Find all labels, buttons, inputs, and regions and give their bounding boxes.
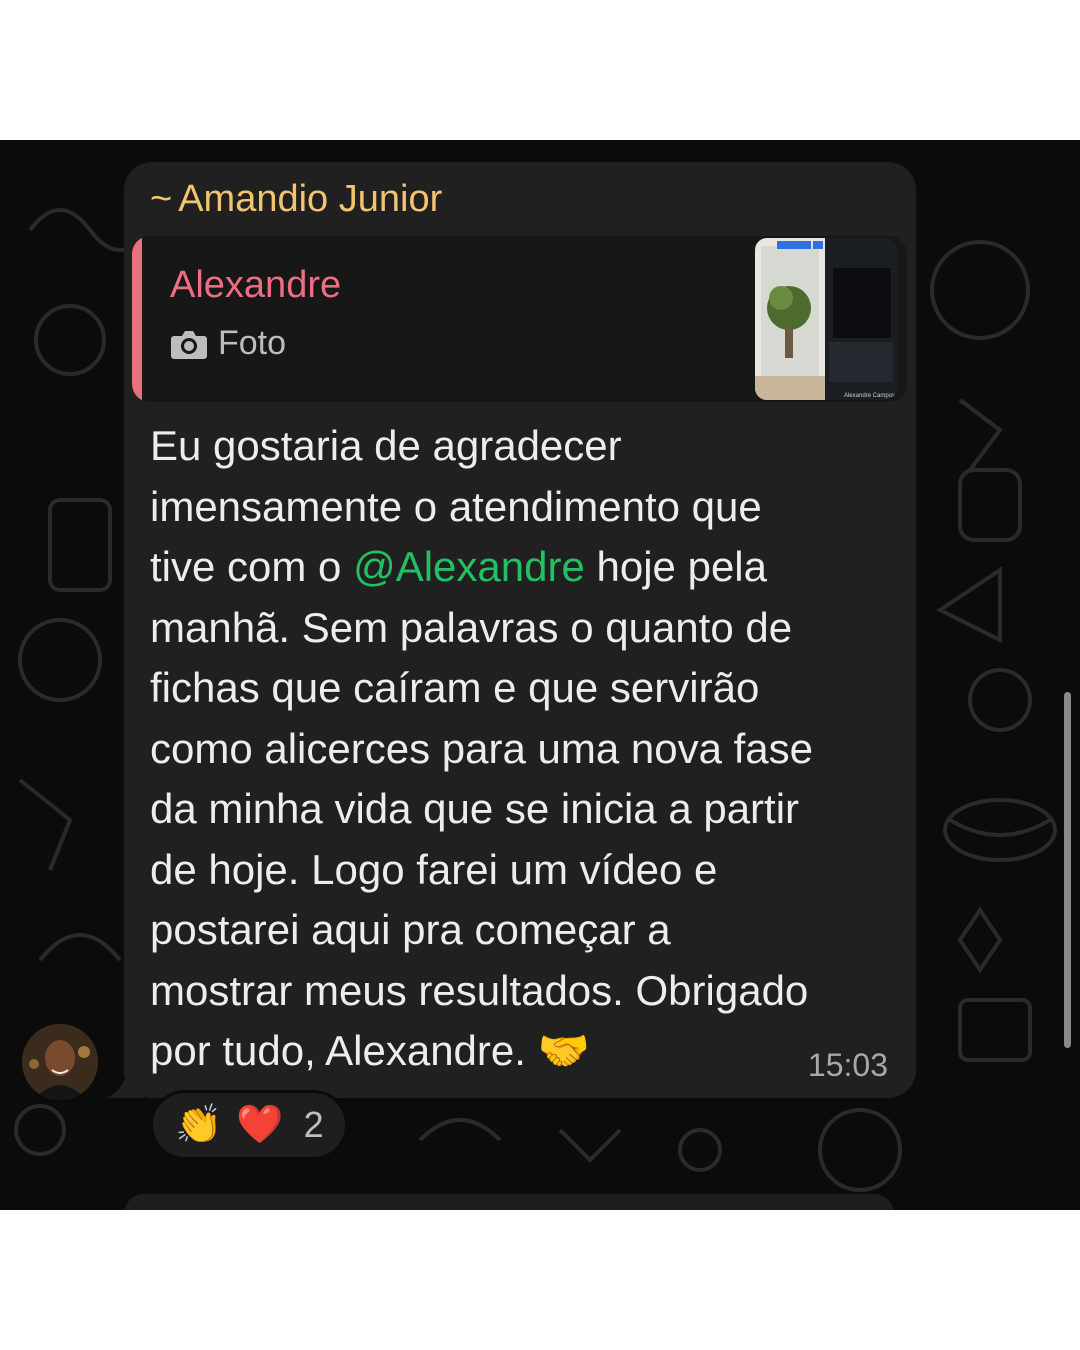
- message-text: Eu gostaria de agradecer imensamente o a…: [150, 416, 910, 1082]
- message-bubble[interactable]: ~ Amandio Junior Alexandre Foto Alexandr…: [124, 162, 916, 1098]
- avatar[interactable]: [22, 1024, 98, 1100]
- clapping-hands-emoji: 👏: [175, 1104, 223, 1146]
- mention-link[interactable]: @Alexandre: [353, 543, 585, 590]
- sender-name[interactable]: ~ Amandio Junior: [150, 178, 442, 221]
- quote-media-label: Foto: [218, 324, 287, 362]
- handshake-emoji: 🤝: [537, 1027, 590, 1074]
- scrollbar[interactable]: [1064, 692, 1071, 1048]
- next-message-bubble[interactable]: [124, 1194, 894, 1210]
- quote-media-type: Foto: [170, 324, 286, 363]
- avatar-image: [22, 1024, 98, 1100]
- red-heart-emoji: ❤️: [236, 1104, 284, 1146]
- quote-accent-bar: [132, 236, 142, 402]
- sender-label: Amandio Junior: [178, 178, 443, 220]
- message-text-after: hoje pela manhã. Sem palavras o quanto d…: [150, 543, 813, 1074]
- reactions-pill[interactable]: 👏 ❤️ 2: [150, 1090, 348, 1160]
- message-timestamp: 15:03: [807, 1047, 888, 1083]
- camera-icon: [171, 330, 207, 359]
- sender-prefix: ~: [150, 178, 173, 220]
- thumbnail-caption: Alexandre Campos: [844, 393, 895, 399]
- thumbnail-image: Alexandre Campos: [755, 238, 897, 400]
- quoted-message[interactable]: Alexandre Foto Alexandre Campos: [132, 236, 907, 402]
- quote-author: Alexandre: [170, 264, 342, 306]
- chat-area: ~ Amandio Junior Alexandre Foto Alexandr…: [0, 140, 1080, 1210]
- reaction-count: 2: [303, 1104, 324, 1145]
- photo-thumbnail[interactable]: Alexandre Campos: [755, 238, 897, 400]
